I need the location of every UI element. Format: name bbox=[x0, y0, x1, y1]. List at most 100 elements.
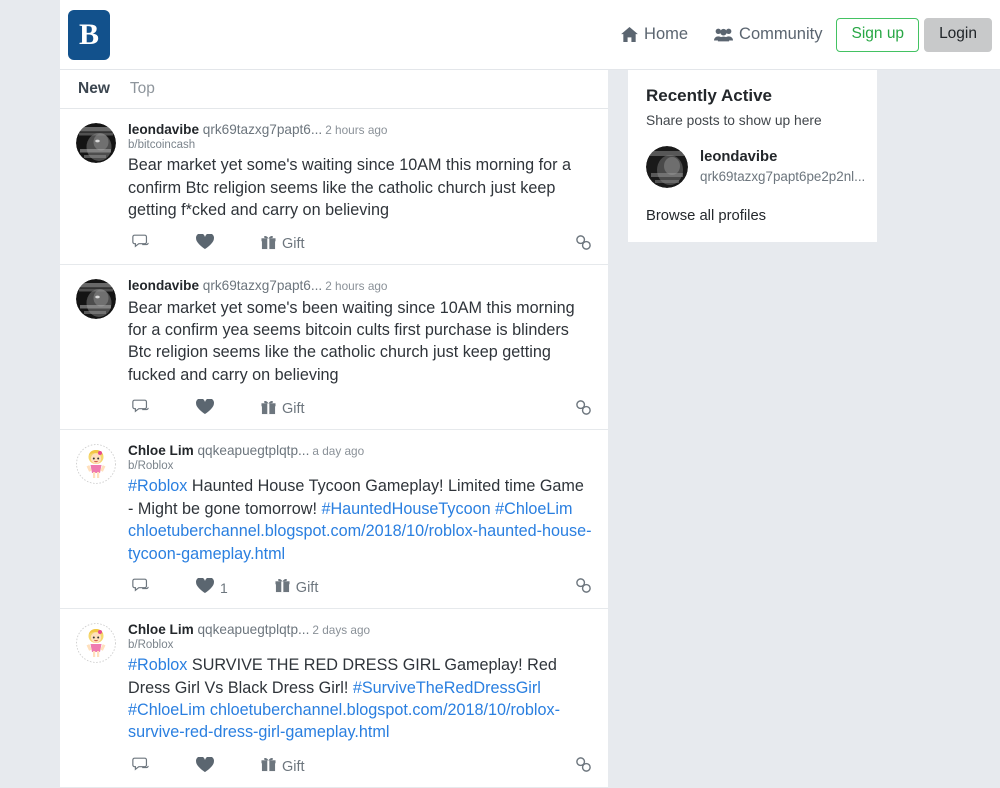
post-author[interactable]: leondavibe bbox=[128, 278, 199, 293]
post-link[interactable]: #Roblox bbox=[128, 656, 187, 674]
profile-text: leondavibe qrk69tazxg7papt6pe2p2nl... bbox=[700, 148, 865, 185]
link-icon bbox=[575, 756, 592, 777]
post-handle: qqkeapuegtplqtp... bbox=[197, 443, 310, 459]
post-actions: Gift bbox=[128, 232, 592, 256]
profile-item[interactable]: leondavibe qrk69tazxg7papt6pe2p2nl... bbox=[646, 146, 865, 188]
post-timestamp: 2 hours ago bbox=[325, 123, 388, 137]
post-body: leondavibe qrk69tazxg7papt6... 2 hours ag… bbox=[118, 277, 592, 421]
avatar[interactable] bbox=[76, 622, 116, 663]
gift-button[interactable]: Gift bbox=[275, 578, 318, 597]
gift-icon bbox=[261, 400, 276, 419]
auth-buttons: Sign up Login bbox=[836, 17, 992, 52]
header-nav: Home Community bbox=[621, 25, 822, 44]
like-count: 1 bbox=[220, 579, 228, 596]
share-link-button[interactable] bbox=[575, 756, 592, 777]
feed-column: New Top leondavibe qrk69tazxg7papt6... 2 … bbox=[60, 70, 608, 788]
post-link[interactable]: #ChloeLim bbox=[128, 701, 205, 719]
post-item[interactable]: leondavibe qrk69tazxg7papt6... 2 hours ag… bbox=[60, 109, 608, 266]
gift-label: Gift bbox=[282, 758, 305, 775]
post-item[interactable]: Chloe Lim qqkeapuegtplqtp... a day ago b/R… bbox=[60, 430, 608, 609]
post-item[interactable]: Chloe Lim qqkeapuegtplqtp... 2 days ago b/… bbox=[60, 608, 608, 788]
heart-icon bbox=[196, 233, 214, 254]
post-handle: qrk69tazxg7papt6... bbox=[202, 122, 323, 137]
post-meta: Chloe Lim qqkeapuegtplqtp... a day ago bbox=[128, 442, 592, 460]
post-list: leondavibe qrk69tazxg7papt6... 2 hours ag… bbox=[60, 109, 608, 788]
post-timestamp: 2 days ago bbox=[312, 622, 371, 637]
page-top-strip bbox=[0, 0, 60, 8]
post-actions: Gift bbox=[128, 755, 592, 779]
comment-button[interactable] bbox=[132, 578, 149, 598]
post-author[interactable]: leondavibe bbox=[128, 122, 199, 137]
post-board[interactable]: b/bitcoincash bbox=[128, 138, 592, 153]
link-icon bbox=[575, 577, 592, 598]
post-text: Bear market yet some's waiting since 10A… bbox=[128, 154, 592, 221]
post-link[interactable]: #SurviveTheRedDressGirl bbox=[353, 679, 541, 697]
gift-button[interactable]: Gift bbox=[261, 757, 305, 776]
post-board[interactable]: b/Roblox bbox=[128, 638, 592, 653]
post-text: Bear market yet some's been waiting sinc… bbox=[128, 297, 592, 386]
share-link-button[interactable] bbox=[575, 234, 592, 255]
share-link-button[interactable] bbox=[575, 577, 592, 598]
post-board[interactable]: b/Roblox bbox=[128, 459, 592, 474]
sidebar-column: Recently Active Share posts to show up h… bbox=[628, 70, 877, 242]
nav-item-home-label: Home bbox=[644, 25, 689, 43]
heart-icon bbox=[196, 755, 214, 777]
avatar-wrap bbox=[76, 277, 118, 421]
post-link[interactable]: #ChloeLim bbox=[495, 500, 572, 518]
comment-icon bbox=[132, 757, 149, 777]
post-meta: leondavibe qrk69tazxg7papt6... 2 hours ag… bbox=[128, 277, 592, 295]
post-author[interactable]: Chloe Lim bbox=[128, 443, 194, 458]
comment-button[interactable] bbox=[132, 399, 149, 419]
post-handle: qrk69tazxg7papt6... bbox=[202, 278, 323, 294]
post-link[interactable]: #HauntedHouseTycoon bbox=[321, 500, 490, 518]
post-handle: qqkeapuegtplqtp... bbox=[197, 621, 310, 637]
tab-top[interactable]: Top bbox=[130, 80, 155, 98]
like-button[interactable] bbox=[196, 398, 214, 419]
like-button[interactable]: 1 bbox=[196, 577, 228, 598]
post-link[interactable]: #Roblox bbox=[128, 477, 187, 495]
post-timestamp: 2 hours ago bbox=[325, 279, 388, 294]
post-actions: Gift bbox=[128, 397, 592, 421]
site-logo[interactable]: B bbox=[68, 9, 110, 60]
login-button[interactable]: Login bbox=[924, 17, 992, 52]
post-actions: 1 Gift bbox=[128, 576, 592, 600]
post-meta: Chloe Lim qqkeapuegtplqtp... 2 days ago bbox=[128, 621, 592, 639]
post-author[interactable]: Chloe Lim bbox=[128, 622, 194, 637]
comment-button[interactable] bbox=[132, 234, 149, 254]
avatar bbox=[646, 146, 688, 188]
signup-button[interactable]: Sign up bbox=[836, 17, 920, 52]
heart-icon bbox=[196, 577, 214, 598]
post-item[interactable]: leondavibe qrk69tazxg7papt6... 2 hours ag… bbox=[60, 265, 608, 431]
recently-active-subtitle: Share posts to show up here bbox=[646, 113, 822, 128]
link-icon bbox=[575, 234, 592, 255]
browse-all-profiles-link[interactable]: Browse all profiles bbox=[646, 208, 859, 224]
post-timestamp: a day ago bbox=[312, 444, 365, 459]
avatar[interactable] bbox=[76, 279, 116, 320]
tab-new[interactable]: New bbox=[78, 80, 110, 98]
comment-button[interactable] bbox=[132, 757, 149, 777]
share-link-button[interactable] bbox=[575, 399, 592, 420]
gift-button[interactable]: Gift bbox=[261, 235, 305, 254]
comment-icon bbox=[132, 578, 149, 598]
home-icon bbox=[621, 27, 638, 42]
nav-item-home[interactable]: Home bbox=[621, 25, 688, 44]
avatar[interactable] bbox=[76, 123, 116, 163]
nav-item-community[interactable]: Community bbox=[714, 25, 822, 44]
gift-icon bbox=[261, 235, 276, 254]
gift-label: Gift bbox=[282, 236, 305, 253]
gift-icon bbox=[261, 757, 276, 776]
avatar[interactable] bbox=[76, 444, 116, 485]
like-button[interactable] bbox=[196, 755, 214, 777]
feed-tabs: New Top bbox=[60, 70, 608, 109]
profile-name: leondavibe bbox=[700, 149, 778, 166]
heart-icon bbox=[196, 398, 214, 419]
like-button[interactable] bbox=[196, 233, 214, 254]
recently-active-title: Recently Active bbox=[646, 86, 772, 105]
gift-icon bbox=[275, 578, 290, 597]
post-link[interactable]: chloetuberchannel.blogspot.com/2018/10/r… bbox=[128, 522, 591, 562]
post-text: #Roblox Haunted House Tycoon Gameplay! L… bbox=[128, 475, 592, 564]
avatar-wrap bbox=[76, 442, 118, 600]
comment-icon bbox=[132, 234, 149, 254]
gift-button[interactable]: Gift bbox=[261, 400, 305, 419]
profile-handle: qrk69tazxg7papt6pe2p2nl... bbox=[700, 169, 866, 185]
